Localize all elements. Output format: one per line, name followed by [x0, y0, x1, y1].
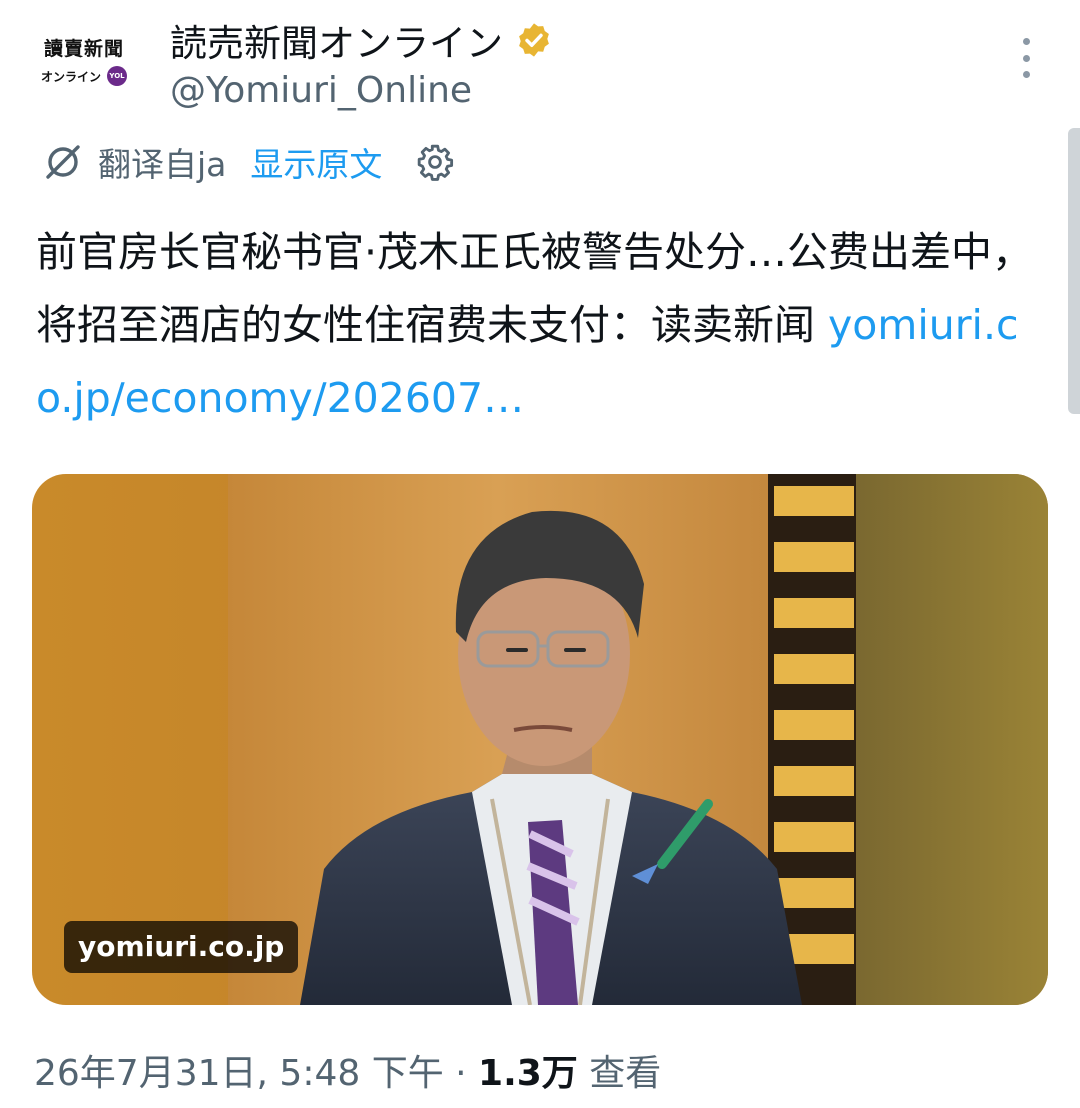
translated-from-label: 翻译自ja [98, 145, 227, 184]
link-source-badge: yomiuri.co.jp [64, 921, 299, 973]
more-dot [1022, 38, 1030, 45]
more-options-icon[interactable] [1016, 38, 1036, 78]
name-row: 読売新聞オンライン [170, 13, 553, 67]
avatar-logo-sub: オンライン [40, 69, 101, 84]
more-dot [1022, 71, 1030, 78]
tweet-meta: 26年7月31日, 5:48 下午 · 1.3万 查看 [34, 1044, 661, 1096]
translation-row: 翻译自ja 显示原文 [42, 138, 454, 186]
show-original-link[interactable]: 显示原文 [250, 138, 382, 186]
tweet-text: 前官房长官秘书官·茂木正氏被警告处分…公费出差中，将招至酒店的女性住宿费未支付：… [36, 216, 1046, 435]
display-name[interactable]: 読売新聞オンライン [170, 13, 503, 67]
views-label: 查看 [577, 1053, 662, 1094]
timestamp[interactable]: 26年7月31日, 5:48 下午 · [34, 1053, 478, 1094]
translate-icon [46, 145, 80, 179]
verified-badge-icon [519, 23, 549, 57]
avatar-logo-bottom: オンライン YOL [41, 66, 127, 86]
avatar-badge: YOL [107, 66, 127, 86]
views-count[interactable]: 1.3万 [478, 1053, 578, 1094]
avatar[interactable]: 讀賣新聞 オンライン YOL [32, 30, 136, 94]
more-dot [1022, 54, 1030, 62]
handle[interactable]: @Yomiuri_Online [170, 70, 472, 111]
scrollbar[interactable] [1068, 128, 1080, 414]
gear-icon[interactable] [416, 143, 454, 181]
tweet-media-photo[interactable]: yomiuri.co.jp [32, 474, 1048, 1005]
avatar-logo-text: 讀賣新聞 [43, 38, 124, 60]
